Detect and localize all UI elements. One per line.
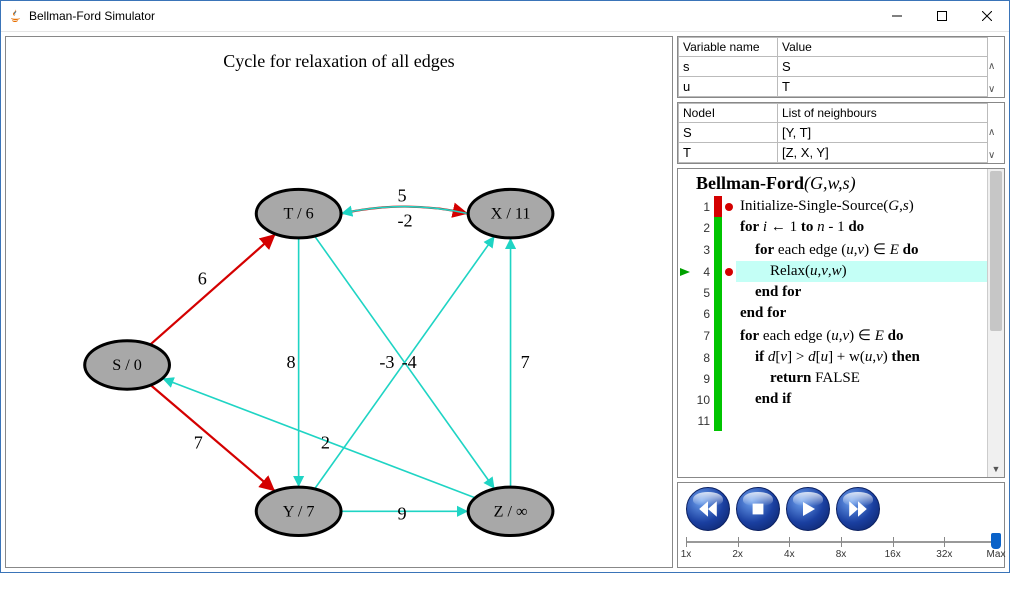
- graph-node-label: T / 6: [284, 206, 314, 223]
- edge-weight-label: 2: [321, 433, 330, 453]
- close-button[interactable]: [964, 1, 1009, 31]
- code-line[interactable]: 1Initialize-Single-Source(G,s): [678, 196, 987, 217]
- code-body[interactable]: 1Initialize-Single-Source(G,s)2for i ← 1…: [678, 196, 987, 477]
- graph-node-label: X / 11: [491, 206, 531, 223]
- graph-svg: 6 7 5 -2 8 -4 -3 9 7 2 S / 0 T / 6 X / 11 Y / 7 Z / ∞: [6, 86, 672, 594]
- code-line[interactable]: 11: [678, 410, 987, 431]
- graph-canvas[interactable]: 6 7 5 -2 8 -4 -3 9 7 2 S / 0 T / 6 X / 11 Y / 7 Z / ∞: [6, 86, 672, 594]
- code-title: Bellman-Ford(G,w,s): [678, 169, 987, 196]
- table-row[interactable]: uT: [679, 77, 988, 97]
- code-scrollbar[interactable]: ▲ ▼: [987, 169, 1004, 477]
- speed-label: 2x: [732, 549, 743, 560]
- graph-node[interactable]: S / 0: [85, 341, 170, 389]
- adjacency-table: NodeIList of neighbours S[Y, T]T[Z, X, Y…: [677, 102, 1005, 164]
- graph-node[interactable]: Y / 7: [256, 487, 341, 535]
- graph-node[interactable]: X / 11: [468, 189, 553, 237]
- speed-label: 32x: [936, 549, 952, 560]
- vars-header-value: Value: [778, 38, 988, 57]
- minimize-button[interactable]: [874, 1, 919, 31]
- graph-node[interactable]: T / 6: [256, 189, 341, 237]
- code-line[interactable]: 7for each edge (u,v) ∈ E do: [678, 324, 987, 347]
- graph-edge: [150, 234, 275, 345]
- code-line[interactable]: 3 for each edge (u,v) ∈ E do: [678, 238, 987, 261]
- code-line[interactable]: 9 return FALSE: [678, 368, 987, 389]
- edge-weight-label: 8: [287, 352, 296, 372]
- vars-scroll[interactable]: ∧∨: [988, 61, 1002, 95]
- speed-thumb[interactable]: [991, 533, 1001, 549]
- graph-caption: Cycle for relaxation of all edges: [6, 37, 672, 86]
- speed-label: 8x: [836, 549, 847, 560]
- edge-weight-label: -4: [402, 352, 417, 372]
- app-window: Bellman-Ford Simulator Cycle for relaxat…: [0, 0, 1010, 573]
- code-line[interactable]: 8 if d[v] > d[u] + w(u,v) then: [678, 347, 987, 368]
- java-icon: [7, 8, 23, 24]
- step-back-button[interactable]: [686, 487, 730, 531]
- adj-header-list: List of neighbours: [778, 104, 988, 123]
- edge-weight-label: 6: [198, 268, 207, 288]
- play-button[interactable]: [786, 487, 830, 531]
- side-panel: Variable nameValue sSuT ∧∨ NodeIList of …: [677, 36, 1005, 568]
- speed-slider[interactable]: 1x2x4x8x16x32xMax: [686, 537, 996, 563]
- variables-table: Variable nameValue sSuT ∧∨: [677, 36, 1005, 98]
- playback-controls: 1x 2x 4x 8x 16x 32x Max: [677, 482, 1005, 568]
- speed-label: Max: [987, 549, 1006, 560]
- adj-scroll[interactable]: ∧∨: [988, 127, 1002, 161]
- graph-node-label: Y / 7: [283, 503, 315, 520]
- step-forward-button[interactable]: [836, 487, 880, 531]
- edge-weight-label: 9: [398, 503, 407, 523]
- edge-weight-label: 7: [521, 352, 530, 372]
- code-line[interactable]: 6end for: [678, 303, 987, 324]
- window-title: Bellman-Ford Simulator: [29, 9, 874, 23]
- titlebar: Bellman-Ford Simulator: [1, 1, 1009, 32]
- table-row[interactable]: S[Y, T]: [679, 123, 988, 143]
- edge-weight-label: 5: [398, 186, 407, 206]
- window-buttons: [874, 1, 1009, 31]
- code-line[interactable]: 2for i ← 1 to n - 1 do: [678, 217, 987, 238]
- edge-weight-label: 7: [194, 433, 203, 453]
- table-row[interactable]: sS: [679, 57, 988, 77]
- adj-header-node: NodeI: [679, 104, 778, 123]
- table-row[interactable]: T[Z, X, Y]: [679, 143, 988, 163]
- code-line[interactable]: 4 Relax(u,v,w): [678, 261, 987, 282]
- edge-weight-label: -2: [398, 211, 413, 231]
- code-line[interactable]: 5 end for: [678, 282, 987, 303]
- vars-header-name: Variable name: [679, 38, 778, 57]
- speed-label: 1x: [681, 549, 692, 560]
- maximize-button[interactable]: [919, 1, 964, 31]
- pseudocode-panel: Bellman-Ford(G,w,s) 1Initialize-Single-S…: [677, 168, 1005, 478]
- graph-node-label: Z / ∞: [494, 503, 528, 520]
- code-line[interactable]: 10 end if: [678, 389, 987, 410]
- graph-edge: [151, 385, 275, 491]
- speed-label: 16x: [885, 549, 901, 560]
- speed-label: 4x: [784, 549, 795, 560]
- graph-panel: Cycle for relaxation of all edges 6 7 5 -2 8…: [5, 36, 673, 568]
- graph-node-label: S / 0: [112, 357, 142, 374]
- stop-button[interactable]: [736, 487, 780, 531]
- edge-weight-label: -3: [379, 352, 394, 372]
- graph-node[interactable]: Z / ∞: [468, 487, 553, 535]
